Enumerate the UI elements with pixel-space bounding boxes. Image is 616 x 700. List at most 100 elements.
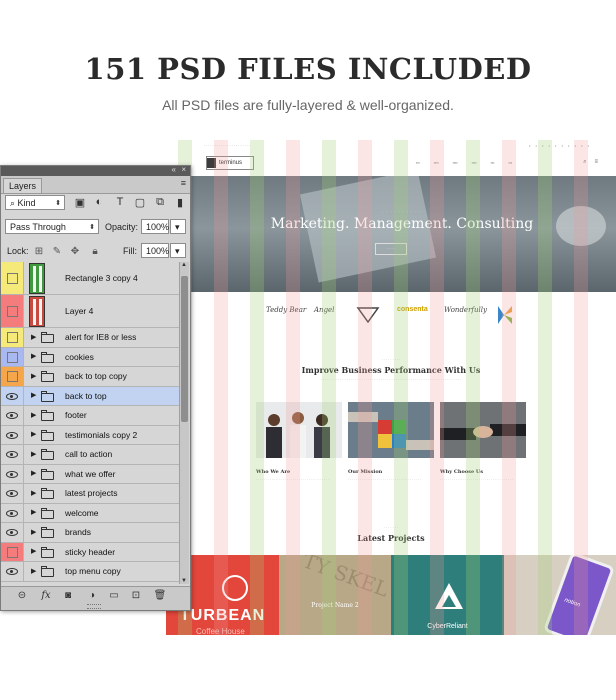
blend-mode-value: Pass Through xyxy=(10,222,66,232)
tab-layers[interactable]: Layers xyxy=(3,178,43,193)
layer-name: back to top copy xyxy=(65,371,127,382)
filter-kind-select[interactable]: ⌕ Kind ⬍ xyxy=(5,195,65,210)
smart-object-filter-icon[interactable]: ⧉ xyxy=(153,196,167,209)
lock-transparent-icon[interactable]: ⊞ xyxy=(33,246,45,257)
expand-arrow-icon[interactable]: ▶ xyxy=(31,450,36,458)
visibility-toggle[interactable] xyxy=(1,262,24,294)
visibility-toggle[interactable] xyxy=(1,295,24,327)
hero-button: · · · · xyxy=(375,243,407,255)
image-filter-icon[interactable]: ▣ xyxy=(73,196,87,209)
opacity-label: Opacity: xyxy=(105,222,139,232)
group-row[interactable]: ▶ footer xyxy=(1,406,179,426)
new-group-icon[interactable]: ▭ xyxy=(107,590,121,601)
visibility-toggle[interactable] xyxy=(1,484,24,503)
layer-row[interactable]: Layer 4 xyxy=(1,295,179,328)
expand-arrow-icon[interactable]: ▶ xyxy=(31,411,36,419)
visibility-toggle[interactable] xyxy=(1,347,24,366)
delete-layer-icon[interactable]: 🗑︎ xyxy=(153,590,167,601)
group-row[interactable]: ▶ cookies xyxy=(1,347,179,367)
link-layers-icon[interactable]: ⊝ xyxy=(15,590,29,601)
group-row[interactable]: ▶ sticky header xyxy=(1,542,179,562)
panel-menu-icon[interactable]: ≡ xyxy=(181,178,186,188)
lock-pixels-icon[interactable]: ✎ xyxy=(51,246,63,257)
visibility-toggle[interactable] xyxy=(1,445,24,464)
group-row[interactable]: ▶ top menu copy xyxy=(1,562,179,582)
scrollbar-thumb[interactable] xyxy=(181,276,188,422)
visibility-toggle[interactable] xyxy=(1,503,24,522)
fill-dropdown-button[interactable]: ▾ xyxy=(170,243,186,258)
project-background-text: TY SKEL xyxy=(299,555,391,602)
lock-position-icon[interactable]: ✥ xyxy=(69,246,81,257)
fill-input[interactable]: 100% xyxy=(141,243,169,258)
shape-filter-icon[interactable]: ▢ xyxy=(133,196,147,209)
close-icon[interactable]: × xyxy=(181,165,186,174)
group-row[interactable]: ▶ back to top xyxy=(1,386,179,406)
opacity-dropdown-button[interactable]: ▾ xyxy=(170,219,186,234)
visibility-toggle[interactable] xyxy=(1,562,24,581)
triangle-logo-inner xyxy=(442,595,456,607)
group-row[interactable]: ▶ testimonials copy 2 xyxy=(1,425,179,445)
expand-arrow-icon[interactable]: ▶ xyxy=(31,547,36,555)
group-row[interactable]: ▶ alert for IE8 or less xyxy=(1,328,179,348)
visibility-toggle[interactable] xyxy=(1,425,24,444)
group-row[interactable]: ▶ call to action xyxy=(1,445,179,465)
expand-arrow-icon[interactable]: ▶ xyxy=(31,567,36,575)
filter-kind-value: Kind xyxy=(17,198,36,208)
expand-arrow-icon[interactable]: ▶ xyxy=(31,430,36,438)
layer-name: Layer 4 xyxy=(65,306,94,316)
collapse-icon[interactable]: « xyxy=(172,165,176,174)
visibility-toggle[interactable] xyxy=(1,328,24,347)
layers-scrollbar[interactable]: ▲ ▼ xyxy=(179,262,189,584)
eye-icon xyxy=(6,490,18,498)
fx-icon[interactable]: fx xyxy=(39,590,53,601)
visibility-toggle[interactable] xyxy=(1,523,24,542)
section-kicker: · · · · · · · xyxy=(384,526,398,530)
new-layer-icon[interactable]: ⊡ xyxy=(129,590,143,601)
folder-icon xyxy=(41,468,54,480)
opacity-input[interactable]: 100% xyxy=(141,219,169,234)
visibility-toggle[interactable] xyxy=(1,464,24,483)
visibility-toggle[interactable] xyxy=(1,406,24,425)
eye-icon xyxy=(6,470,18,478)
expand-arrow-icon[interactable]: ▶ xyxy=(31,528,36,536)
hero-kicker: · · · · · · · · · · xyxy=(382,210,422,214)
folder-icon xyxy=(41,332,54,344)
expand-arrow-icon[interactable]: ▶ xyxy=(31,489,36,497)
type-filter-icon[interactable]: T xyxy=(113,196,127,208)
expand-arrow-icon[interactable]: ▶ xyxy=(31,333,36,341)
group-row[interactable]: ▶ back to top copy xyxy=(1,367,179,387)
expand-arrow-icon[interactable]: ▶ xyxy=(31,508,36,516)
panel-titlebar[interactable]: « × xyxy=(1,165,190,176)
add-mask-icon[interactable]: ◙ xyxy=(61,590,75,601)
scroll-down-icon[interactable]: ▼ xyxy=(181,578,187,584)
adjustment-layer-icon[interactable]: ◑ xyxy=(85,590,99,601)
visibility-toggle[interactable] xyxy=(1,367,24,386)
adjustment-filter-icon[interactable]: ◐ xyxy=(92,196,106,208)
resize-grip[interactable] xyxy=(87,604,101,609)
chevron-down-icon: ▾ xyxy=(175,246,180,256)
group-row[interactable]: ▶ welcome xyxy=(1,503,179,523)
folder-icon xyxy=(41,546,54,558)
layer-thumbnail xyxy=(29,263,45,294)
layer-row[interactable]: Rectangle 3 copy 4 xyxy=(1,262,179,295)
expand-arrow-icon[interactable]: ▶ xyxy=(31,372,36,380)
expand-arrow-icon[interactable]: ▶ xyxy=(31,352,36,360)
project-title: TURBEAN xyxy=(180,607,266,624)
eye-icon xyxy=(6,529,18,537)
site-logo: terminus xyxy=(206,156,254,170)
chevron-down-icon: ▾ xyxy=(175,222,180,232)
blend-mode-select[interactable]: Pass Through ⬍ xyxy=(5,219,99,234)
scroll-up-icon[interactable]: ▲ xyxy=(181,262,187,268)
group-row[interactable]: ▶ latest projects xyxy=(1,484,179,504)
group-row[interactable]: ▶ brands xyxy=(1,523,179,543)
section-title: Improve Business Performance With Us xyxy=(301,365,481,375)
group-row[interactable]: ▶ what we offer xyxy=(1,464,179,484)
filter-toggle-icon[interactable]: ▮ xyxy=(173,196,187,209)
lock-all-icon[interactable]: 🔒︎ xyxy=(89,246,101,257)
hidden-slot-icon xyxy=(7,332,18,344)
visibility-toggle[interactable] xyxy=(1,386,24,405)
section-description: · · · · · · · · · · · · · · · · · · · · … xyxy=(320,378,462,382)
expand-arrow-icon[interactable]: ▶ xyxy=(31,469,36,477)
expand-arrow-icon[interactable]: ▶ xyxy=(31,391,36,399)
visibility-toggle[interactable] xyxy=(1,542,24,561)
